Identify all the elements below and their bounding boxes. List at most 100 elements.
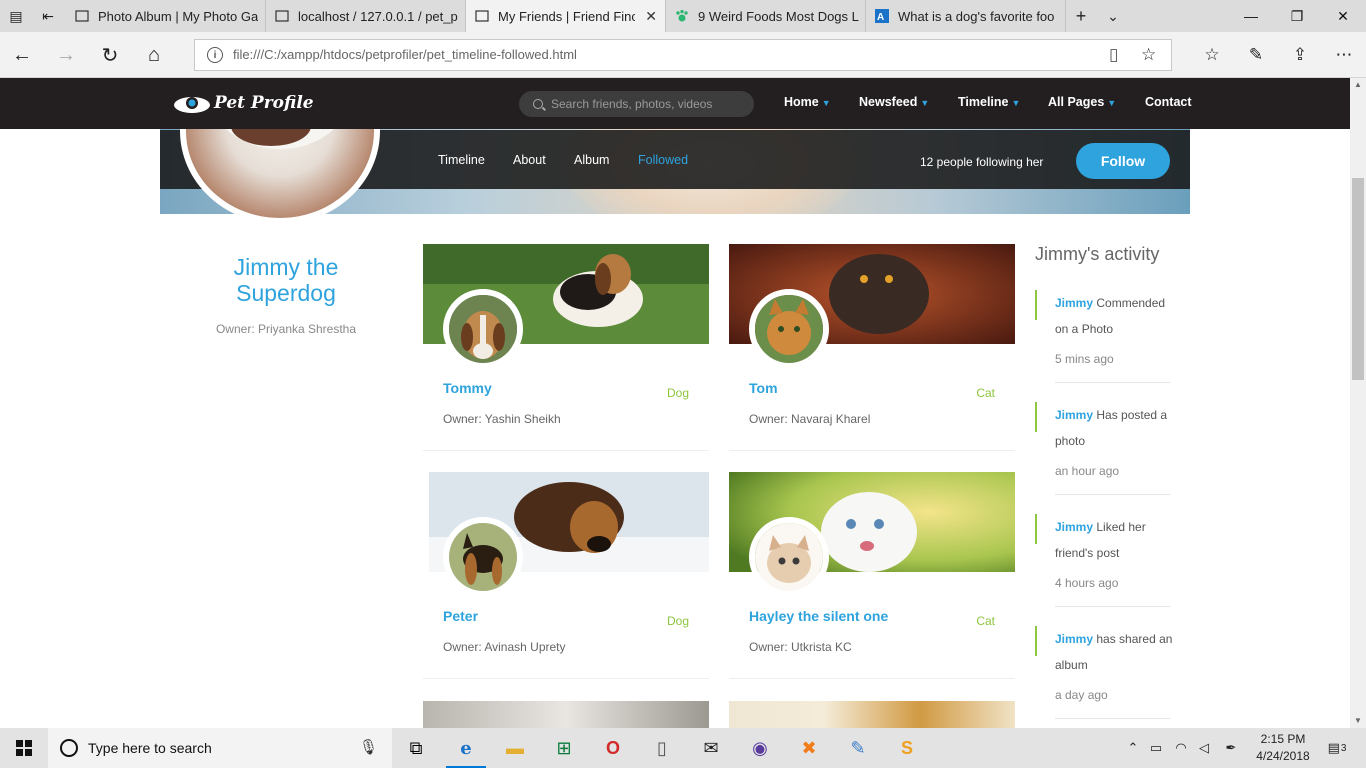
volume-icon[interactable]: ◁ <box>1194 728 1214 768</box>
taskbar-search-input[interactable]: Type here to search 🎙 <box>48 728 392 768</box>
opera-icon[interactable]: O <box>589 728 637 768</box>
windows-logo-icon <box>16 740 32 756</box>
pet-owner: Owner: Priyanka Shrestha <box>215 322 357 336</box>
show-hidden-icons-icon[interactable]: ⌃ <box>1124 728 1142 768</box>
xampp-icon[interactable]: ✖ <box>785 728 833 768</box>
file-explorer-icon[interactable]: ▬ <box>491 728 539 768</box>
app-icon[interactable]: ◉ <box>736 728 784 768</box>
scroll-up-icon[interactable]: ▲ <box>1354 80 1362 89</box>
chevron-down-icon: ▼ <box>821 98 831 108</box>
activity-marker <box>1035 514 1037 544</box>
minimize-icon[interactable]: — <box>1228 0 1274 32</box>
tab-weird-foods[interactable]: 9 Weird Foods Most Dogs L <box>666 0 866 32</box>
follow-button[interactable]: Follow <box>1076 143 1170 179</box>
favorite-star-icon[interactable]: ☆ <box>1141 45 1156 65</box>
sublime-icon[interactable]: S <box>883 728 931 768</box>
refresh-icon[interactable]: ↻ <box>94 39 126 71</box>
card-name[interactable]: Hayley the silent one <box>749 608 888 624</box>
menu-timeline[interactable]: Timeline ▼ <box>958 95 1020 109</box>
microphone-icon[interactable]: 🎙 <box>359 738 378 756</box>
paw-icon <box>674 8 690 24</box>
followed-card[interactable]: Peter Dog Owner: Avinash Uprety <box>423 472 709 680</box>
followed-card[interactable]: Tommy Dog Owner: Yashin Sheikh <box>423 244 709 452</box>
battery-icon[interactable]: ▭ <box>1146 728 1166 768</box>
store-icon[interactable]: ⊞ <box>540 728 588 768</box>
paint-icon[interactable]: ✎ <box>834 728 882 768</box>
page-scrollbar[interactable]: ▲ ▼ <box>1350 78 1366 728</box>
activity-marker <box>1035 290 1037 320</box>
start-button[interactable] <box>0 728 48 768</box>
back-icon[interactable]: ← <box>6 39 38 71</box>
activity-marker <box>1035 402 1037 432</box>
answer-icon: A <box>874 8 890 24</box>
menu-newsfeed[interactable]: Newsfeed ▼ <box>859 95 929 109</box>
avatar[interactable] <box>443 517 523 597</box>
set-aside-tabs-icon[interactable]: ⇤ <box>32 0 64 32</box>
activity-title: Jimmy's activity <box>1035 244 1160 264</box>
forward-icon[interactable]: → <box>50 39 82 71</box>
site-search-input[interactable]: Search friends, photos, videos <box>519 91 754 117</box>
tab-photo-album[interactable]: Photo Album | My Photo Ga <box>66 0 266 32</box>
activity-user-link[interactable]: Jimmy <box>1055 520 1093 534</box>
activity-user-link[interactable]: Jimmy <box>1055 408 1093 422</box>
wifi-icon[interactable]: ◠ <box>1170 728 1192 768</box>
card-name[interactable]: Peter <box>443 608 478 624</box>
mail-icon[interactable]: ✉ <box>687 728 735 768</box>
menu-home[interactable]: Home ▼ <box>784 95 831 109</box>
close-tab-icon[interactable]: ✕ <box>645 8 657 25</box>
task-view-icon[interactable]: ⧉ <box>392 728 440 768</box>
web-note-icon[interactable]: ✎ <box>1240 39 1272 71</box>
activity-user-link[interactable]: Jimmy <box>1055 296 1093 310</box>
activity-item: Jimmy has shared an album a day ago <box>1035 626 1172 726</box>
scrollbar-thumb[interactable] <box>1352 178 1364 380</box>
tab-timeline[interactable]: Timeline <box>438 153 485 167</box>
tab-album[interactable]: Album <box>574 153 609 167</box>
url-text[interactable]: file:///C:/xampp/htdocs/petprofiler/pet_… <box>233 47 577 62</box>
tab-my-friends[interactable]: My Friends | Friend Finc ✕ <box>466 0 666 32</box>
followed-card[interactable]: Tom Cat Owner: Navaraj Kharel <box>729 244 1015 452</box>
tab-phpmyadmin[interactable]: localhost / 127.0.0.1 / pet_p <box>266 0 466 32</box>
site-logo[interactable]: Pet Profile <box>172 91 314 115</box>
page-icon <box>74 8 90 24</box>
favorites-hub-icon[interactable]: ☆ <box>1196 39 1228 71</box>
card-type: Cat <box>976 386 995 400</box>
divider <box>1055 606 1170 607</box>
avatar[interactable] <box>443 289 523 369</box>
activity-item: Jimmy Has posted a photo an hour ago <box>1035 402 1170 514</box>
pen-workspace-icon[interactable]: ✒ <box>1220 728 1242 768</box>
card-owner: Owner: Yashin Sheikh <box>443 412 561 426</box>
tab-about[interactable]: About <box>513 153 546 167</box>
share-icon[interactable]: ⇪ <box>1284 39 1316 71</box>
restore-icon[interactable]: ❐ <box>1274 0 1320 32</box>
document-icon[interactable]: ▯ <box>638 728 686 768</box>
avatar[interactable] <box>749 517 829 597</box>
taskbar-clock[interactable]: 2:15 PM 4/24/2018 <box>1248 731 1318 765</box>
activity-time: an hour ago <box>1055 464 1120 478</box>
site-info-icon[interactable]: i <box>207 47 223 63</box>
divider <box>729 450 1015 451</box>
avatar[interactable] <box>749 289 829 369</box>
notification-count: 3 <box>1340 742 1347 754</box>
activity-user-link[interactable]: Jimmy <box>1055 632 1093 646</box>
action-center-icon[interactable]: ▤ 3 <box>1322 728 1352 768</box>
reading-view-icon[interactable]: ▯ <box>1109 45 1118 65</box>
cortana-icon <box>60 739 78 757</box>
new-tab-icon[interactable]: + <box>1066 0 1096 32</box>
tab-list-icon[interactable]: ▤ <box>0 0 32 32</box>
home-icon[interactable]: ⌂ <box>138 39 170 71</box>
browser-tab-bar: ▤ ⇤ Photo Album | My Photo Ga localhost … <box>0 0 1366 32</box>
card-name[interactable]: Tommy <box>443 380 492 396</box>
menu-contact[interactable]: Contact <box>1145 95 1192 109</box>
tab-preview-chevron-icon[interactable]: ⌄ <box>1098 0 1128 32</box>
tab-dog-food-answer[interactable]: A What is a dog's favorite foo <box>866 0 1066 32</box>
address-bar[interactable]: i file:///C:/xampp/htdocs/petprofiler/pe… <box>194 39 1172 71</box>
close-window-icon[interactable]: ✕ <box>1320 0 1366 32</box>
scroll-down-icon[interactable]: ▼ <box>1354 716 1362 725</box>
tab-followed[interactable]: Followed <box>638 153 688 167</box>
edge-icon[interactable]: e <box>442 728 490 768</box>
card-owner: Owner: Navaraj Kharel <box>749 412 871 426</box>
menu-all-pages[interactable]: All Pages ▼ <box>1048 95 1116 109</box>
followed-card[interactable]: Hayley the silent one Cat Owner: Utkrist… <box>729 472 1015 680</box>
card-name[interactable]: Tom <box>749 380 778 396</box>
more-icon[interactable]: ⋯ <box>1328 39 1360 71</box>
